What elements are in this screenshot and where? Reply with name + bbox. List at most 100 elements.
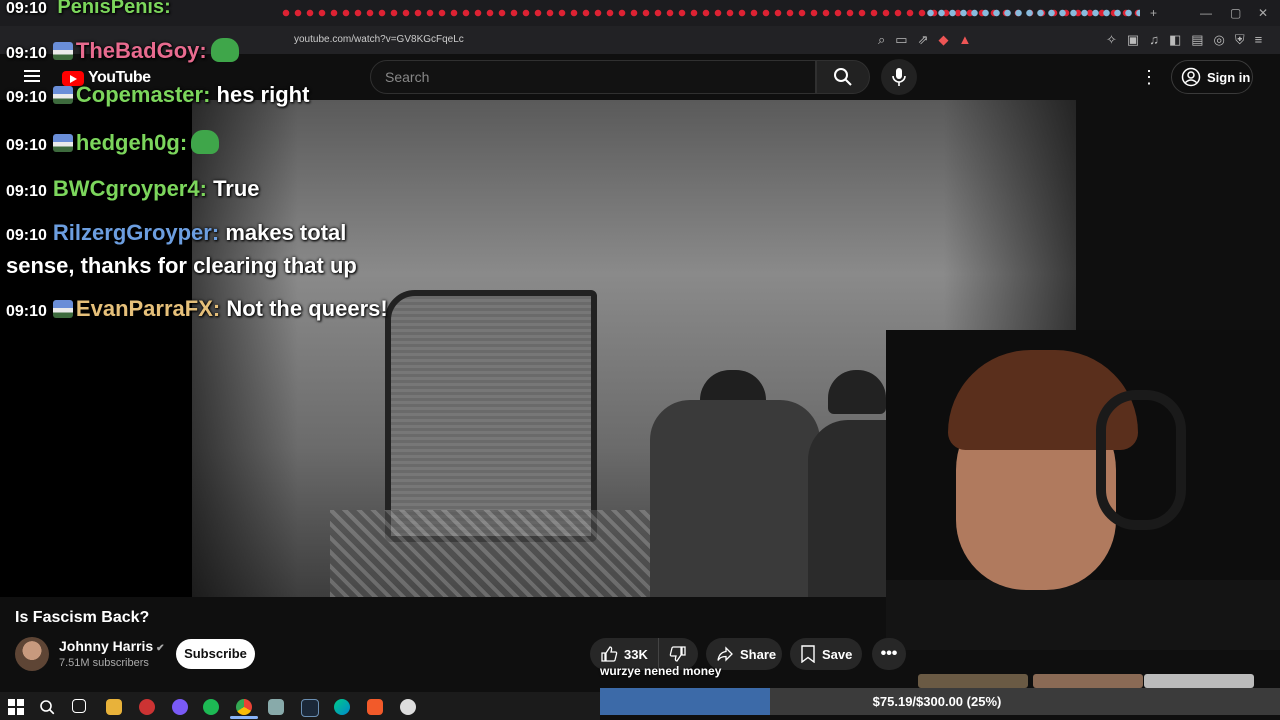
frog-emote-icon <box>191 130 220 154</box>
chat-time: 09:10 <box>6 137 47 154</box>
new-tab-icon[interactable]: + <box>1150 6 1157 20</box>
microphone-icon <box>892 68 906 86</box>
thumbnail[interactable] <box>918 674 1028 688</box>
maximize-icon[interactable]: ▢ <box>1230 6 1241 20</box>
chat-badge-icon <box>52 86 73 104</box>
file-explorer-icon[interactable] <box>106 699 122 715</box>
extensions-icon[interactable]: ✧ <box>1106 32 1117 48</box>
chat-message: Not the queers! <box>226 296 388 321</box>
tab-search-icon[interactable]: ▣ <box>1127 32 1139 48</box>
headphones-icon <box>1096 390 1186 530</box>
share-page-icon[interactable]: ⇗ <box>918 32 929 48</box>
chat-line: 09:10 RilzergGroyper: makes total <box>6 220 346 246</box>
spotify-icon[interactable] <box>203 699 219 715</box>
windows-taskbar <box>0 692 600 720</box>
search-box <box>370 60 816 94</box>
sign-in-button[interactable]: Sign in <box>1171 60 1253 94</box>
chat-colon: : <box>199 176 214 201</box>
sign-in-label: Sign in <box>1207 69 1251 85</box>
chat-message: True <box>213 176 260 201</box>
windows-start-icon[interactable] <box>8 699 24 715</box>
chrome-icon[interactable] <box>236 699 252 715</box>
chat-badge-icon <box>52 42 73 60</box>
webcam-overlay <box>886 330 1280 650</box>
steam-icon[interactable] <box>301 699 319 717</box>
brave-icon[interactable] <box>367 699 383 715</box>
subscribe-button[interactable]: Subscribe <box>176 639 255 669</box>
thumbs-up-icon <box>601 646 618 662</box>
chat-message: makes total <box>225 220 347 245</box>
donation-goal-text-row: $75.19/$300.00 (25%) <box>600 694 1280 709</box>
chat-colon: : <box>199 38 207 63</box>
account-icon <box>1181 67 1201 87</box>
recommended-thumbnails <box>918 674 1258 688</box>
chat-username: Copemaster <box>75 82 204 107</box>
channel-avatar[interactable] <box>15 637 49 671</box>
search-input[interactable] <box>383 68 807 86</box>
chat-time: 09:10 <box>6 303 47 320</box>
wallet-icon[interactable]: ▤ <box>1191 32 1203 48</box>
browser-tab-row-extra[interactable] <box>925 9 1140 17</box>
channel-name[interactable]: Johnny Harris <box>59 638 153 654</box>
shield-icon[interactable]: ⛨ <box>1235 32 1245 48</box>
task-view-icon[interactable] <box>72 699 86 713</box>
app-icon[interactable] <box>268 699 284 715</box>
chat-line-top: 09:10 PenisPenis: <box>6 0 171 19</box>
extension-bar: ✧ ▣ ♫ ◧ ▤ ◎ ⛨ ≡ <box>1106 32 1262 48</box>
video-title: Is Fascism Back? <box>15 609 150 626</box>
chat-message: sense, thanks for clearing that up <box>6 253 357 278</box>
menu-icon[interactable]: ≡ <box>1255 32 1263 48</box>
zoom-icon[interactable]: ⌕ <box>878 32 885 48</box>
browser-tab-strip: + — ▢ ✕ <box>0 0 1280 26</box>
verified-badge-icon: ✔ <box>156 643 165 654</box>
channel-name-row[interactable]: Johnny Harris ✔ <box>59 638 165 654</box>
screen-cast-icon[interactable]: ▭ <box>895 32 907 48</box>
obs-icon[interactable] <box>139 699 155 715</box>
chat-line: 09:10 Copemaster: hes right <box>6 82 309 108</box>
chat-colon: : <box>179 130 188 155</box>
thumbnail[interactable] <box>1033 674 1143 688</box>
chat-time: 09:10 <box>6 89 47 106</box>
chat-time: 09:10 <box>6 0 47 17</box>
chat-line: 09:10 hedgeh0g: <box>6 130 220 156</box>
glass-debris <box>330 510 650 597</box>
guide-menu-icon[interactable] <box>24 70 40 82</box>
subscriber-count: 7.51M subscribers <box>59 657 149 669</box>
share-icon <box>717 646 733 662</box>
chat-colon: : <box>211 220 226 245</box>
save-button[interactable]: Save <box>790 638 862 670</box>
dislike-button[interactable] <box>659 645 697 663</box>
search-icon <box>834 68 852 86</box>
address-bar-actions: ⌕ ▭ ⇗ ◆ ▲ <box>878 32 971 48</box>
sidebar-icon[interactable]: ◧ <box>1169 32 1181 48</box>
app-icon[interactable] <box>400 699 416 715</box>
donation-goal-text: $75.19/$300.00 (25%) <box>872 694 1002 709</box>
like-count: 33K <box>624 646 648 662</box>
chat-username: PenisPenis: <box>57 0 171 18</box>
voice-search-button[interactable] <box>881 59 917 95</box>
chat-line-continuation: sense, thanks for clearing that up <box>6 253 357 279</box>
broken-shop-window <box>385 290 597 542</box>
chat-username: EvanParraFX <box>75 296 213 321</box>
more-actions-button[interactable]: ••• <box>872 638 906 670</box>
chat-line: 09:10 TheBadGoy: <box>6 38 239 64</box>
edge-icon[interactable] <box>334 699 350 715</box>
streamer-shoulders <box>886 580 1280 650</box>
settings-menu-icon[interactable]: ⋮ <box>1140 66 1158 88</box>
close-window-icon[interactable]: ✕ <box>1258 6 1268 20</box>
brave-shield-icon[interactable]: ◆ <box>938 32 948 48</box>
vpn-icon[interactable]: ◎ <box>1214 32 1225 48</box>
chat-time: 09:10 <box>6 227 47 244</box>
more-icon: ••• <box>880 645 898 662</box>
chat-time: 09:10 <box>6 45 47 62</box>
frog-emote-icon <box>210 38 239 62</box>
brave-rewards-icon[interactable]: ▲ <box>958 32 971 48</box>
media-icon[interactable]: ♫ <box>1149 32 1159 48</box>
discord-icon[interactable] <box>172 699 188 715</box>
chat-username: RilzergGroyper <box>52 220 212 245</box>
thumbnail[interactable] <box>1144 674 1254 688</box>
minimize-icon[interactable]: — <box>1200 6 1212 20</box>
taskbar-search-icon[interactable] <box>39 699 55 715</box>
search-button[interactable] <box>816 60 870 94</box>
address-url[interactable]: youtube.com/watch?v=GV8KGcFqeLc <box>294 34 464 45</box>
